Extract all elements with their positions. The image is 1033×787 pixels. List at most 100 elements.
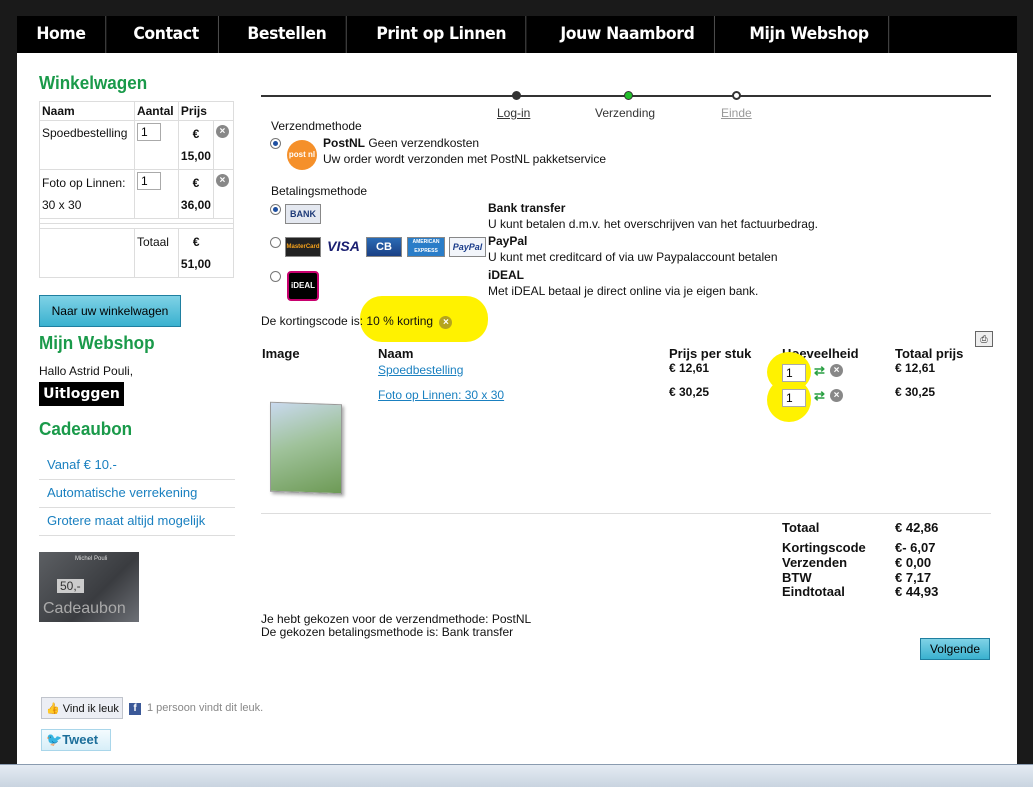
step-dot-einde xyxy=(732,91,741,100)
nav-home[interactable]: Home xyxy=(17,16,106,53)
main-nav: Home Contact Bestellen Print op Linnen J… xyxy=(17,16,1017,53)
cart-total-row: Totaal € 51,00 xyxy=(39,228,235,278)
discount-value: 10 % korting xyxy=(366,314,434,328)
facebook-like-button[interactable]: 👍 Vind ik leuk xyxy=(41,697,123,719)
cart-item-name: Spoedbestelling xyxy=(39,120,135,170)
gift-list: Vanaf € 10.- Automatische verrekening Gr… xyxy=(39,452,235,536)
order-header-image: Image xyxy=(262,346,300,361)
payment-ideal-name: iDEAL xyxy=(488,268,524,282)
nav-print-op-linnen[interactable]: Print op Linnen xyxy=(357,16,527,53)
logout-button[interactable]: Uitloggen xyxy=(39,382,124,406)
cart-table: Naam Aantal Prijs Spoedbestelling € 15,0… xyxy=(39,101,235,278)
nav-mijn-webshop[interactable]: Mijn Webshop xyxy=(730,16,889,53)
summary-btw-label: BTW xyxy=(782,570,812,585)
postnl-logo-icon: post nl xyxy=(287,140,317,170)
gift-item[interactable]: Vanaf € 10.- xyxy=(39,452,235,480)
order-qty-input[interactable] xyxy=(782,364,806,382)
cart-row: Foto op Linnen: 30 x 30 € 36,00 × xyxy=(39,169,235,219)
order-item-unit-price: € 12,61 xyxy=(669,361,710,375)
payment-bank-desc: U kunt betalen d.m.v. het overschrijven … xyxy=(488,217,818,231)
visa-logo-icon: VISA xyxy=(327,238,360,254)
payment-ideal-desc: Met iDEAL betaal je direct online via je… xyxy=(488,284,759,298)
greeting: Hallo Astrid Pouli, xyxy=(39,364,134,378)
thumbs-up-icon: 👍 xyxy=(46,703,60,715)
cart-item-currency: € xyxy=(192,127,200,141)
payment-label: Betalingsmethode xyxy=(271,184,368,198)
shipping-label: Verzendmethode xyxy=(271,119,362,133)
webshop-title: Mijn Webshop xyxy=(39,333,155,353)
payment-radio-ideal[interactable] xyxy=(270,271,281,282)
browser-status-bar xyxy=(0,764,1033,787)
summary-korting-value: €- 6,07 xyxy=(895,540,936,555)
gift-card-value: 50,- xyxy=(57,579,84,593)
step-dot-login xyxy=(512,91,521,100)
tweet-label: Tweet xyxy=(62,732,99,747)
tweet-button[interactable]: 🐦Tweet xyxy=(41,729,111,751)
order-header-naam: Naam xyxy=(378,346,414,361)
gift-card-caption: Cadeaubon xyxy=(43,600,126,617)
chosen-payment: De gekozen betalingsmethode is: Bank tra… xyxy=(261,625,514,639)
gift-card-brand: Michel Pouli xyxy=(75,556,108,562)
order-header-totaal: Totaal prijs xyxy=(895,346,964,361)
nav-contact[interactable]: Contact xyxy=(114,16,219,53)
paypal-logo-icon: PayPal xyxy=(449,237,486,257)
cart-header-aantal: Aantal xyxy=(133,101,179,121)
ideal-logo-icon: iDEAL xyxy=(287,271,319,301)
payment-paypal-desc: U kunt met creditcard of via uw Paypalac… xyxy=(488,250,778,264)
facebook-icon: f xyxy=(129,703,141,715)
gift-title: Cadeaubon xyxy=(39,419,133,439)
remove-discount-icon[interactable]: × xyxy=(439,316,453,329)
order-item-unit-price: € 30,25 xyxy=(669,385,710,399)
cart-qty-input[interactable] xyxy=(136,172,161,190)
step-dot-verzending xyxy=(624,91,633,100)
summary-eindtotaal-value: € 44,93 xyxy=(895,584,939,599)
shipping-name: PostNL xyxy=(323,136,365,150)
shipping-desc: Uw order wordt verzonden met PostNL pakk… xyxy=(323,152,607,166)
nav-bestellen[interactable]: Bestellen xyxy=(228,16,347,53)
cart-total: 51,00 xyxy=(180,257,211,271)
cart-title: Winkelwagen xyxy=(39,73,148,93)
summary-btw-value: € 7,17 xyxy=(895,570,932,585)
summary-verzenden-label: Verzenden xyxy=(782,555,848,570)
order-item-total: € 30,25 xyxy=(895,385,936,399)
remove-icon[interactable]: × xyxy=(215,174,229,187)
remove-icon[interactable]: × xyxy=(215,125,229,138)
order-item-link[interactable]: Foto op Linnen: 30 x 30 xyxy=(378,388,504,402)
remove-icon[interactable]: × xyxy=(830,364,843,377)
payment-paypal-name: PayPal xyxy=(488,234,528,248)
printer-icon[interactable]: ⎙ xyxy=(975,331,993,347)
cart-item-currency: € xyxy=(192,176,200,190)
refresh-icon[interactable]: ⇄ xyxy=(814,389,827,402)
gift-item[interactable]: Grotere maat altijd mogelijk xyxy=(39,508,235,536)
next-button[interactable]: Volgende xyxy=(920,638,990,660)
refresh-icon[interactable]: ⇄ xyxy=(814,364,827,377)
order-item-link[interactable]: Spoedbestelling xyxy=(378,363,463,377)
twitter-bird-icon: 🐦 xyxy=(46,732,63,747)
payment-radio-paypal[interactable] xyxy=(270,237,281,248)
summary-verzenden-value: € 0,00 xyxy=(895,555,932,570)
gift-item[interactable]: Automatische verrekening xyxy=(39,480,235,508)
shipping-note: Geen verzendkosten xyxy=(368,136,480,150)
chosen-shipping: Je hebt gekozen voor de verzendmethode: … xyxy=(261,612,532,626)
nav-jouw-naambord[interactable]: Jouw Naambord xyxy=(541,16,715,53)
cart-item-name: Foto op Linnen: 30 x 30 xyxy=(39,169,135,219)
remove-icon[interactable]: × xyxy=(830,389,843,402)
summary-korting-label: Kortingscode xyxy=(782,540,866,555)
order-header-prijs: Prijs per stuk xyxy=(669,346,752,361)
payment-radio-bank[interactable] xyxy=(270,204,281,215)
discount-label: De kortingscode is: xyxy=(261,314,364,328)
product-thumbnail xyxy=(270,401,342,495)
page: Home Contact Bestellen Print op Linnen J… xyxy=(17,16,1017,768)
shipping-radio-postnl[interactable] xyxy=(270,138,281,149)
amex-logo-icon: AMERICAN EXPRESS xyxy=(407,237,445,257)
gift-card-image[interactable]: Michel Pouli 50,- Cadeaubon xyxy=(39,552,139,622)
cart-qty-input[interactable] xyxy=(136,123,161,141)
cart-total-label: Totaal xyxy=(133,228,179,278)
cart-item-price: 15,00 xyxy=(180,149,211,163)
like-label: Vind ik leuk xyxy=(62,703,119,715)
step-einde: Einde xyxy=(721,106,752,120)
order-qty-input[interactable] xyxy=(782,389,806,407)
view-cart-button[interactable]: Naar uw winkelwagen xyxy=(39,295,181,327)
summary-totaal-value: € 42,86 xyxy=(895,520,939,535)
step-login[interactable]: Log-in xyxy=(497,106,530,120)
